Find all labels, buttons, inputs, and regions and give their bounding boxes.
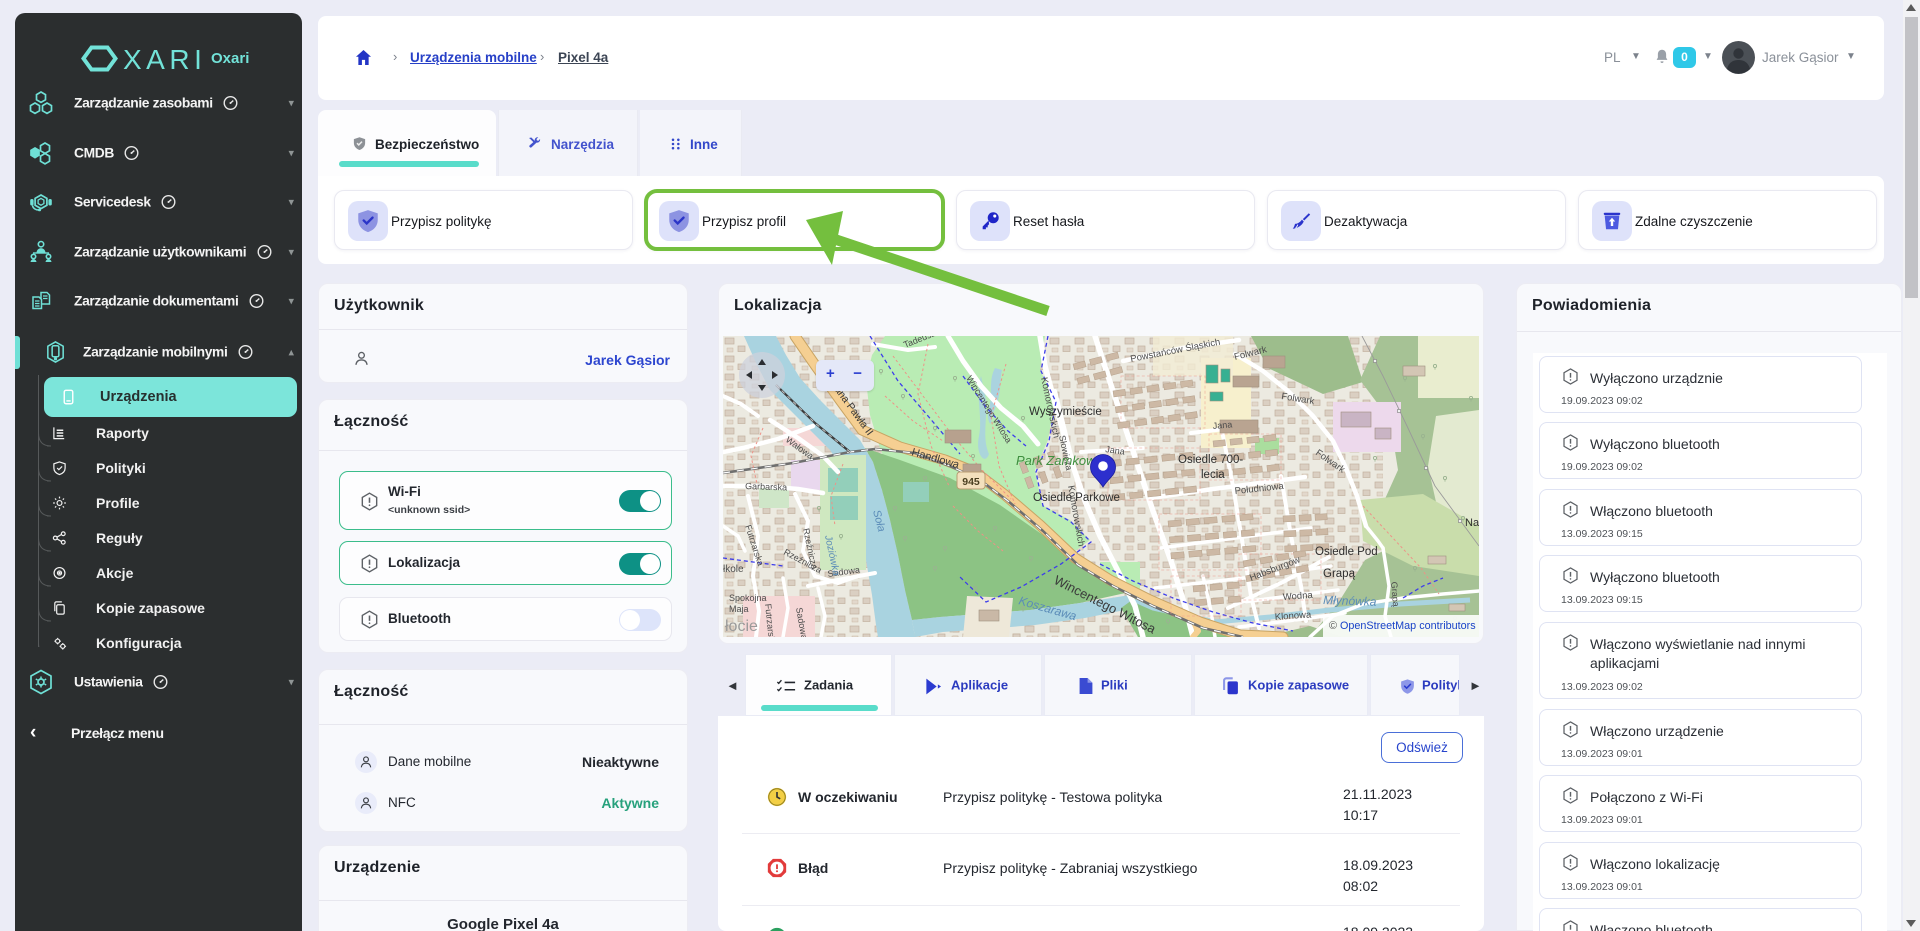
svg-text:Osiedle Parkowe: Osiedle Parkowe bbox=[1033, 492, 1120, 504]
svg-text:Osiedle 700-: Osiedle 700- bbox=[1178, 454, 1243, 466]
svg-text:XARI: XARI bbox=[123, 44, 206, 75]
svg-text:Maja: Maja bbox=[729, 604, 749, 614]
svg-text:łocie: łocie bbox=[725, 618, 758, 635]
svg-text:Spokojna: Spokojna bbox=[729, 593, 767, 603]
svg-text:Na G: Na G bbox=[1465, 517, 1479, 529]
svg-text:945: 945 bbox=[962, 476, 980, 488]
svg-text:Osiedle Pod: Osiedle Pod bbox=[1315, 546, 1378, 558]
svg-text:Wodna: Wodna bbox=[1282, 590, 1313, 603]
svg-text:lecia: lecia bbox=[1201, 469, 1225, 481]
svg-text:Garbarska: Garbarska bbox=[745, 481, 787, 492]
svg-text:© OpenStreetMap contributors: © OpenStreetMap contributors bbox=[1329, 620, 1476, 632]
svg-text:Jana: Jana bbox=[1212, 419, 1232, 431]
svg-text:Wyszymieście: Wyszymieście bbox=[1029, 406, 1102, 418]
svg-text:łkole: łkole bbox=[723, 564, 744, 575]
svg-text:Grapą: Grapą bbox=[1323, 568, 1356, 580]
svg-text:Młynówka: Młynówka bbox=[1323, 593, 1377, 609]
